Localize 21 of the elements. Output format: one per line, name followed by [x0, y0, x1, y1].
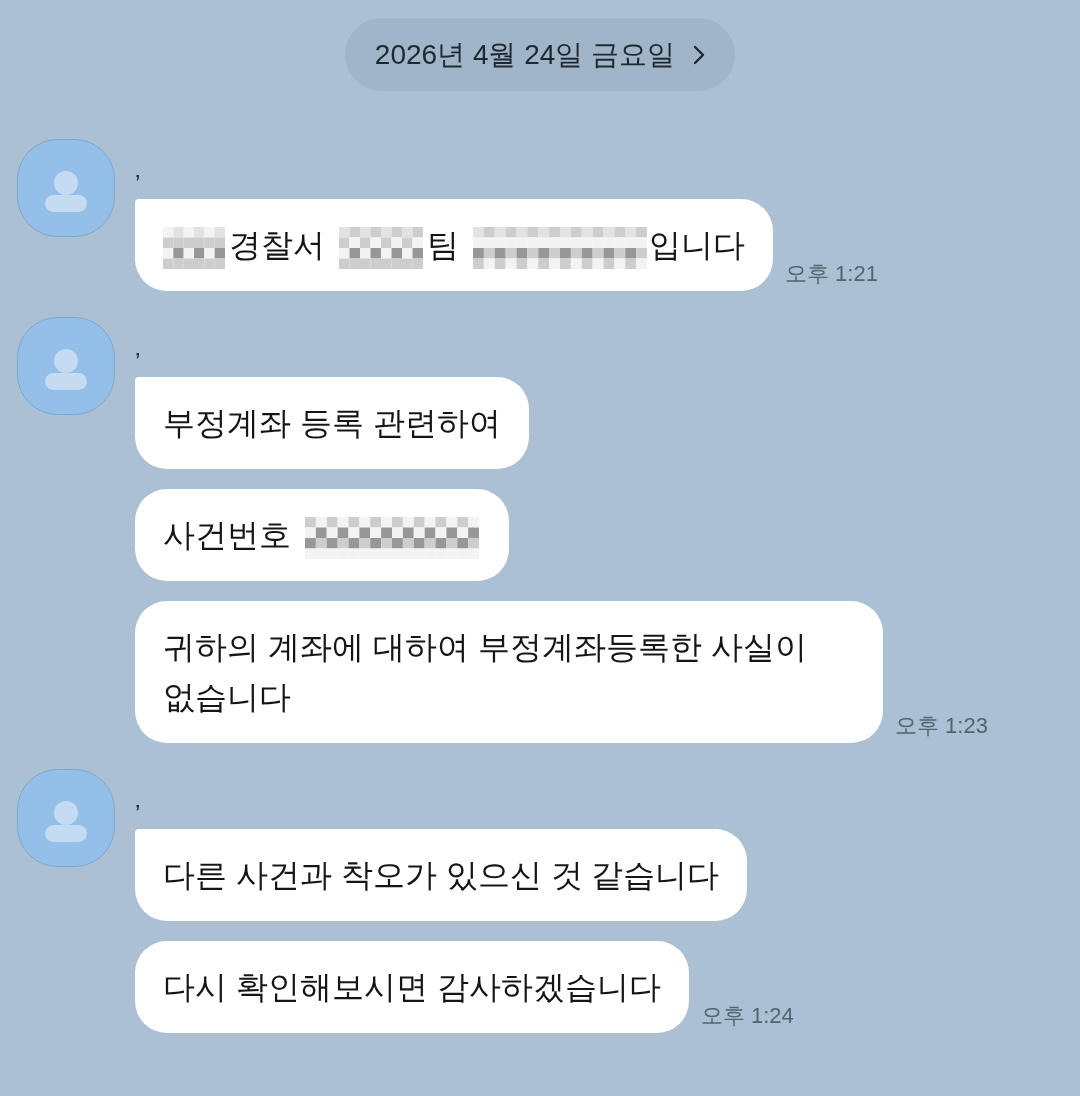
sender-name: ’ [135, 800, 141, 827]
avatar-icon[interactable] [17, 769, 115, 867]
chevron-right-icon [693, 44, 706, 65]
message-text: 다른 사건과 착오가 있으신 것 같습니다 [163, 857, 720, 893]
date-pill[interactable]: 2026년 4월 24일 금요일 [344, 18, 736, 91]
message-time: 오후 1:21 [785, 260, 878, 288]
message-text: 입니다 [649, 227, 745, 263]
avatar-icon[interactable] [17, 139, 115, 237]
message-text: 다시 확인해보시면 감사하겠습니다 [163, 969, 661, 1005]
message-text: 팀 [427, 227, 459, 263]
sender-name: ’ [135, 348, 141, 375]
message-text: 사건번호 [163, 517, 291, 553]
avatar-icon[interactable] [17, 317, 115, 415]
message-text: 부정계좌 등록 관련하여 [163, 405, 501, 441]
sender-name: ’ [135, 170, 141, 197]
message-text: 경찰서 [229, 227, 325, 263]
pixelated-mosaic [163, 226, 225, 269]
message-text: 귀하의 계좌에 대하여 부정계좌등록한 사실이 없습니다 [163, 629, 807, 715]
message-time: 오후 1:23 [895, 712, 988, 740]
date-label: 2026년 4월 24일 금요일 [374, 37, 676, 72]
message-time: 오후 1:24 [700, 1002, 794, 1030]
